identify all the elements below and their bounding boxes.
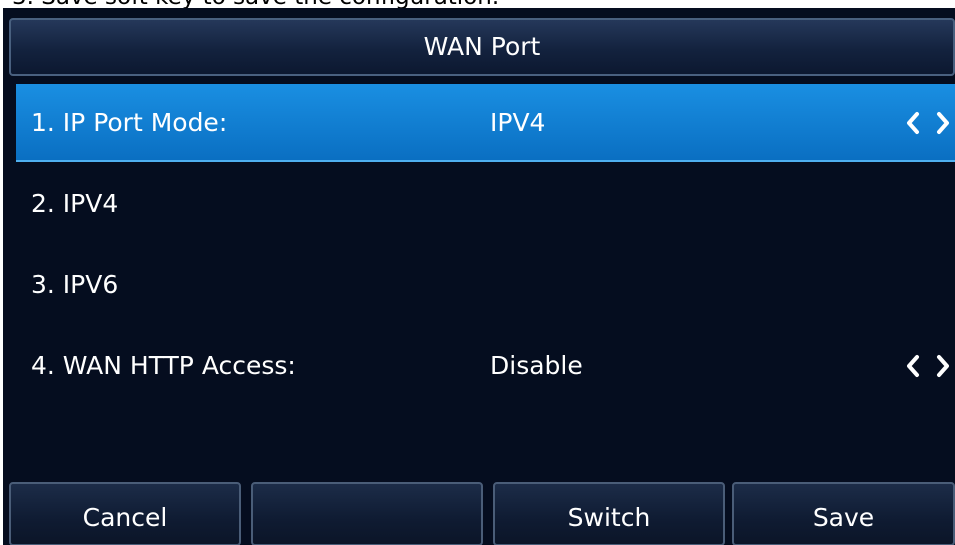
page: 3. Save soft key to save the configurati… xyxy=(0,0,955,545)
chevron-right-icon[interactable] xyxy=(935,354,951,378)
cancel-softkey[interactable]: Cancel xyxy=(9,482,241,545)
save-softkey[interactable]: Save xyxy=(732,482,955,545)
menu-item-ipv4[interactable]: 2. IPV4 xyxy=(16,165,955,243)
screen-title: WAN Port xyxy=(9,18,955,76)
value-switcher[interactable] xyxy=(905,109,951,137)
menu-item-wan-http-access[interactable]: 4. WAN HTTP Access: Disable xyxy=(16,327,955,405)
chevron-left-icon[interactable] xyxy=(905,111,921,135)
menu-item-ipv6[interactable]: 3. IPV6 xyxy=(16,246,955,324)
empty-softkey[interactable] xyxy=(251,482,483,545)
menu-item-value: IPV4 xyxy=(490,108,546,137)
menu-item-label: 4. WAN HTTP Access: xyxy=(31,351,296,380)
menu-item-value: Disable xyxy=(490,351,583,380)
chevron-left-icon[interactable] xyxy=(905,354,921,378)
phone-screen: WAN Port 1. IP Port Mode: IPV4 2. IPV4 3… xyxy=(3,8,955,545)
switch-softkey[interactable]: Switch xyxy=(493,482,725,545)
menu-item-label: 1. IP Port Mode: xyxy=(31,108,228,137)
value-switcher[interactable] xyxy=(905,352,951,380)
menu-item-ip-port-mode[interactable]: 1. IP Port Mode: IPV4 xyxy=(16,84,955,162)
chevron-right-icon[interactable] xyxy=(935,111,951,135)
menu-item-label: 2. IPV4 xyxy=(31,189,119,218)
menu-item-label: 3. IPV6 xyxy=(31,270,119,299)
